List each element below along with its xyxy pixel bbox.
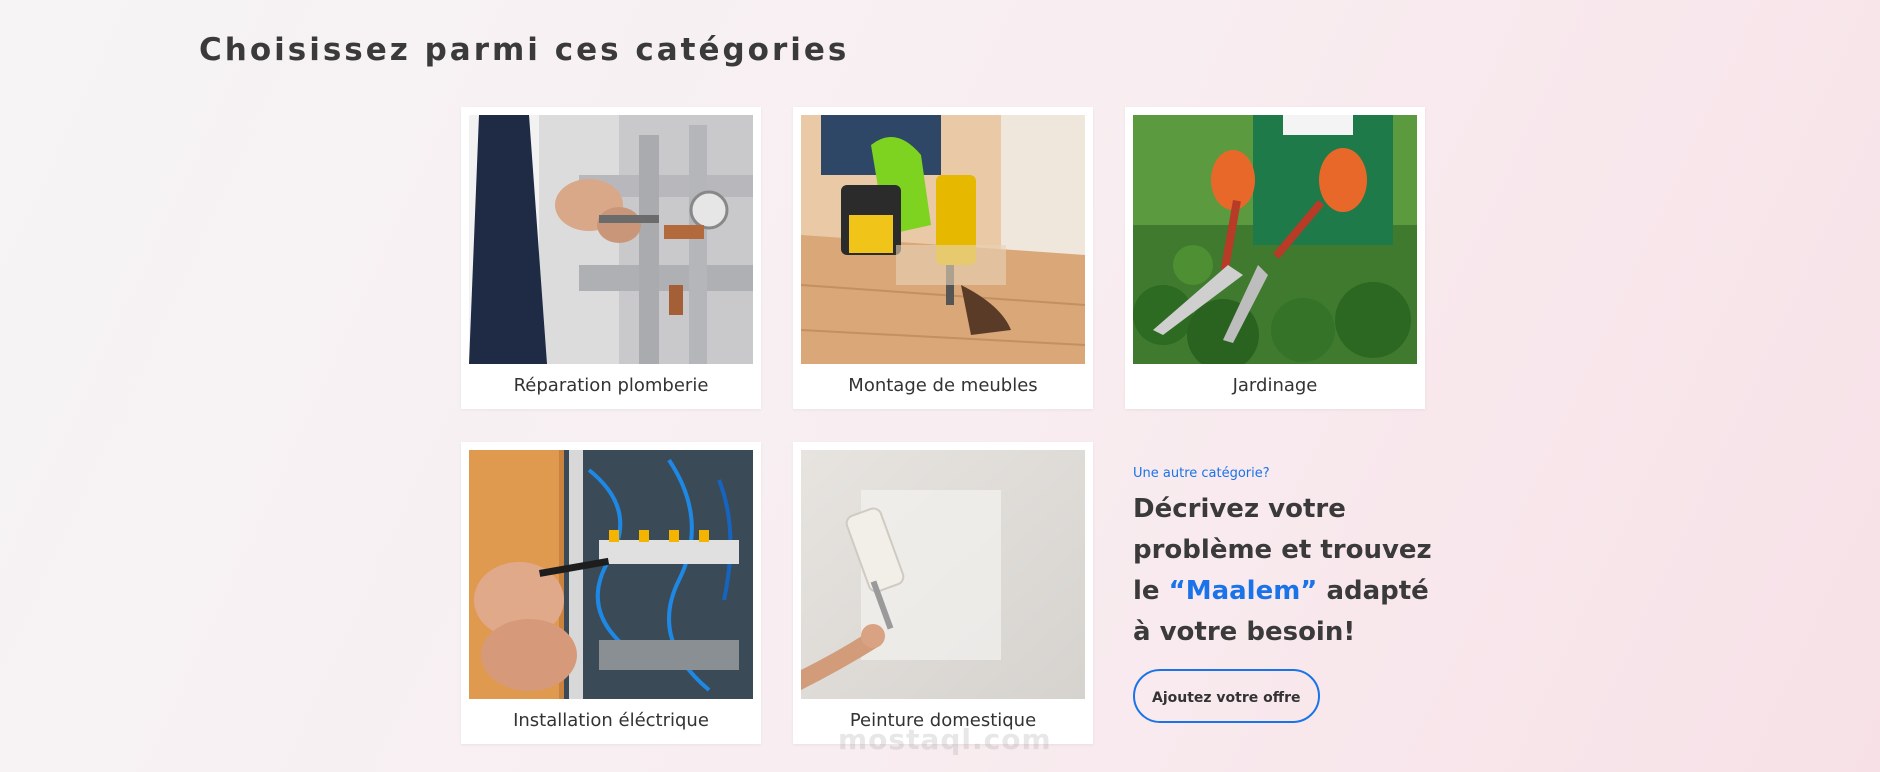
- furniture-assembly-photo: [801, 115, 1085, 364]
- promo-kicker: Une autre catégorie?: [1133, 466, 1270, 481]
- category-card-gardening[interactable]: Jardinage: [1125, 107, 1425, 409]
- promo-brand-name: “Maalem”: [1168, 576, 1318, 606]
- category-card-plumbing[interactable]: Réparation plomberie: [461, 107, 761, 409]
- promo-headline: Décrivez votre problème et trouvez le “M…: [1133, 489, 1433, 653]
- painting-photo: [801, 450, 1085, 699]
- category-label: Réparation plomberie: [513, 375, 709, 396]
- category-card-painting[interactable]: Peinture domestique: [793, 442, 1093, 744]
- category-label: Montage de meubles: [848, 375, 1038, 396]
- category-card-furniture[interactable]: Montage de meubles: [793, 107, 1093, 409]
- category-label: Installation éléctrique: [513, 710, 709, 731]
- category-card-electrical[interactable]: Installation éléctrique: [461, 442, 761, 744]
- other-category-promo: Une autre catégorie? Décrivez votre prob…: [1133, 466, 1433, 723]
- gardening-photo: [1133, 115, 1417, 364]
- watermark: mostaql.com: [838, 723, 1052, 756]
- page-title: Choisissez parmi ces catégories: [199, 32, 850, 68]
- category-label: Jardinage: [1232, 375, 1318, 396]
- electrical-photo: [469, 450, 753, 699]
- plumbing-photo: [469, 115, 753, 364]
- add-offer-button[interactable]: Ajoutez votre offre: [1133, 669, 1320, 723]
